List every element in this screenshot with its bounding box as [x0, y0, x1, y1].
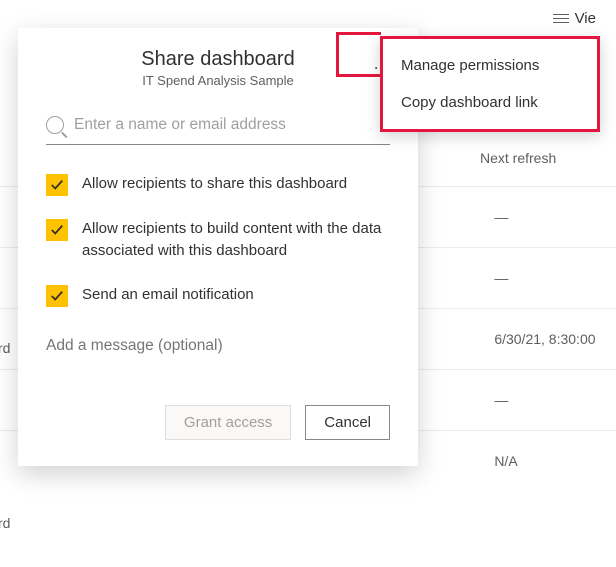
recipient-input[interactable] [74, 116, 390, 134]
option-allow-share: Allow recipients to share this dashboard [46, 173, 390, 196]
more-options-menu: Manage permissions Copy dashboard link [380, 36, 600, 132]
menu-copy-dashboard-link[interactable]: Copy dashboard link [383, 84, 597, 121]
option-label: Allow recipients to share this dashboard [82, 173, 347, 195]
dialog-buttons: Grant access Cancel [46, 405, 390, 440]
check-icon [50, 178, 64, 192]
cutoff-text: rd [0, 515, 20, 531]
check-icon [50, 223, 64, 237]
cell-refresh: — [494, 392, 616, 408]
option-label: Send an email notification [82, 284, 254, 306]
menu-manage-permissions[interactable]: Manage permissions [383, 47, 597, 84]
message-input[interactable] [46, 329, 390, 405]
check-icon [50, 289, 64, 303]
cell-refresh: — [494, 270, 616, 286]
option-send-email: Send an email notification [46, 284, 390, 307]
cell-refresh: — [494, 209, 616, 225]
option-allow-build: Allow recipients to build content with t… [46, 218, 390, 262]
cell-refresh: N/A [494, 453, 616, 469]
cutoff-text: rd [0, 340, 20, 356]
dialog-header: Share dashboard IT Spend Analysis Sample… [46, 48, 390, 88]
recipient-search[interactable] [46, 110, 390, 145]
grant-access-button[interactable]: Grant access [165, 405, 291, 440]
dialog-subtitle: IT Spend Analysis Sample [46, 73, 390, 88]
cancel-button[interactable]: Cancel [305, 405, 390, 440]
col-next-refresh: Next refresh [480, 150, 556, 166]
checkbox-allow-build[interactable] [46, 219, 68, 241]
hamburger-icon [553, 14, 569, 23]
checkbox-allow-share[interactable] [46, 174, 68, 196]
search-icon [46, 116, 64, 134]
option-label: Allow recipients to build content with t… [82, 218, 390, 262]
checkbox-send-email[interactable] [46, 285, 68, 307]
view-label[interactable]: Vie [575, 10, 596, 27]
cell-refresh: 6/30/21, 8:30:00 [494, 331, 616, 347]
share-dashboard-dialog: Share dashboard IT Spend Analysis Sample… [18, 28, 418, 466]
top-toolbar: Vie [553, 10, 596, 27]
dialog-title: Share dashboard [46, 48, 390, 71]
